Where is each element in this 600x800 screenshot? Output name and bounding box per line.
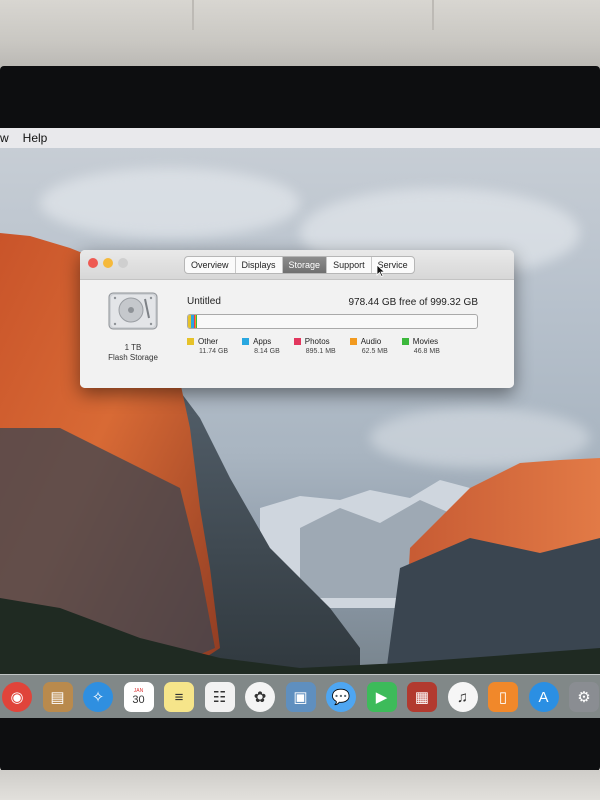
about-this-mac-window: Overview Displays Storage Support Servic… bbox=[80, 250, 514, 388]
legend-label: Movies bbox=[412, 337, 439, 346]
usage-segment-movies bbox=[195, 315, 198, 328]
desk-surface bbox=[0, 770, 600, 800]
legend-swatch bbox=[401, 338, 409, 345]
storage-legend: Other 11.74 GB Apps 8.14 GB Photos 895.1 MB Au… bbox=[187, 337, 454, 355]
disk-summary: 1 TB Flash Storage bbox=[100, 290, 166, 363]
legend-swatch bbox=[349, 338, 357, 345]
calendar-icon[interactable]: JAN 30 bbox=[123, 682, 154, 712]
storage-usage-bar bbox=[187, 314, 478, 329]
photo-booth-icon[interactable]: ▦ bbox=[407, 682, 437, 712]
wallpaper-mountains bbox=[0, 233, 600, 718]
storage-panel: 1 TB Flash Storage Untitled 978.44 GB fr… bbox=[80, 280, 514, 388]
contacts-icon[interactable]: ▤ bbox=[42, 682, 73, 712]
legend-label: Apps bbox=[253, 337, 272, 346]
mouse-pointer-icon bbox=[376, 264, 385, 277]
disk-type: Flash Storage bbox=[108, 353, 158, 362]
hard-drive-icon bbox=[108, 292, 158, 330]
legend-label: Photos bbox=[304, 337, 330, 346]
ibooks-icon[interactable]: ▯ bbox=[488, 682, 518, 712]
reminders-icon[interactable]: ☷ bbox=[204, 682, 235, 712]
disk-capacity: 1 TB bbox=[124, 343, 142, 352]
tab-support[interactable]: Support bbox=[327, 257, 372, 273]
preview-icon[interactable]: ▣ bbox=[285, 682, 316, 712]
desktop-screen: w Help Overview Displays Storage Support… bbox=[0, 128, 600, 718]
legend-swatch bbox=[187, 338, 194, 345]
dock: ◉ ▤ ✧ JAN 30 ≡ ☷ ✿ ▣ 💬 ▶ ▦ ♫ ▯ A ⚙ bbox=[0, 674, 600, 718]
window-titlebar[interactable]: Overview Displays Storage Support Servic… bbox=[80, 250, 514, 280]
chrome-icon[interactable]: ◉ bbox=[2, 682, 32, 712]
free-space-text: 978.44 GB free of 999.32 GB bbox=[348, 297, 478, 308]
legend-size: 895.1 MB bbox=[305, 348, 336, 355]
menu-bar: w Help bbox=[0, 128, 600, 148]
menu-item-window[interactable]: w bbox=[0, 131, 9, 145]
safari-icon[interactable]: ✧ bbox=[83, 682, 113, 712]
tab-overview[interactable]: Overview bbox=[185, 257, 236, 273]
legend-item-audio: Audio 62.5 MB bbox=[349, 337, 388, 355]
legend-label: Other bbox=[198, 337, 219, 346]
volume-name: Untitled bbox=[187, 296, 221, 307]
legend-size: 11.74 GB bbox=[199, 348, 229, 355]
legend-size: 46.8 MB bbox=[413, 348, 440, 355]
zoom-button bbox=[118, 258, 128, 268]
photos-icon[interactable]: ✿ bbox=[245, 682, 275, 712]
legend-size: 8.14 GB bbox=[254, 348, 280, 355]
app-store-icon[interactable]: A bbox=[528, 682, 559, 712]
tab-storage[interactable]: Storage bbox=[282, 257, 328, 273]
facetime-icon[interactable]: ▶ bbox=[366, 682, 397, 712]
background-wall bbox=[0, 0, 600, 70]
legend-label: Audio bbox=[360, 337, 382, 346]
legend-item-apps: Apps 8.14 GB bbox=[242, 337, 280, 355]
legend-item-photos: Photos 895.1 MB bbox=[293, 337, 336, 355]
legend-size: 62.5 MB bbox=[361, 348, 388, 355]
system-preferences-icon[interactable]: ⚙ bbox=[569, 682, 599, 712]
messages-icon[interactable]: 💬 bbox=[326, 682, 356, 712]
close-button[interactable] bbox=[88, 258, 98, 268]
legend-item-movies: Movies 46.8 MB bbox=[401, 337, 440, 355]
legend-swatch bbox=[242, 338, 250, 345]
minimize-button[interactable] bbox=[103, 258, 113, 268]
itunes-icon[interactable]: ♫ bbox=[447, 682, 478, 712]
legend-swatch bbox=[293, 338, 301, 345]
notes-icon[interactable]: ≡ bbox=[164, 682, 194, 712]
legend-item-other: Other 11.74 GB bbox=[187, 337, 228, 355]
menu-item-help[interactable]: Help bbox=[23, 131, 48, 145]
tab-displays[interactable]: Displays bbox=[236, 257, 283, 273]
